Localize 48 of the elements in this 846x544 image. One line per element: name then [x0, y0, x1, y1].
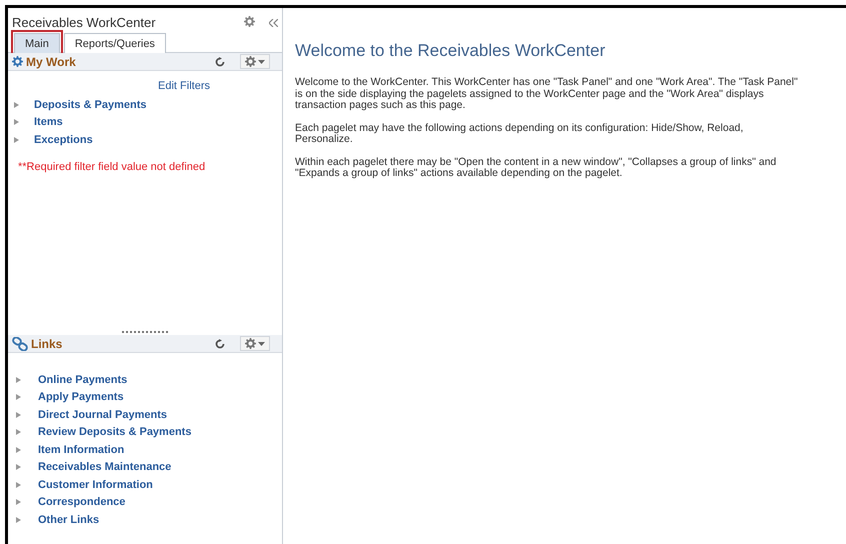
refresh-icon[interactable]: [215, 56, 225, 66]
link[interactable]: Exceptions: [34, 134, 93, 146]
collapse-icon[interactable]: [269, 18, 278, 26]
expand-arrow-icon[interactable]: [16, 482, 21, 488]
paragraph: Within each pagelet there may be "Open the content in a new window", "Collapses a group of links" and "Expands a group of links" actions available depending on the pagelet.: [295, 156, 778, 180]
link[interactable]: Online Payments: [38, 374, 128, 386]
expand-arrow-icon[interactable]: [16, 499, 21, 506]
edit-filters-link[interactable]: Edit Filters: [158, 80, 210, 92]
settings-icon[interactable]: [244, 15, 255, 30]
link[interactable]: Deposits & Payments: [34, 98, 146, 111]
link-icon: [12, 336, 28, 350]
tab[interactable]: Reports/Queries: [64, 33, 166, 53]
link[interactable]: Receivables Maintenance: [38, 461, 172, 474]
expand-arrow-icon[interactable]: [16, 446, 21, 453]
resize-handle[interactable]: [122, 331, 168, 333]
gear-icon: [245, 56, 256, 67]
gear-icon: [12, 56, 23, 67]
link[interactable]: Customer Information: [38, 478, 153, 491]
expand-arrow-icon[interactable]: [14, 119, 19, 126]
caret-icon: [258, 342, 265, 346]
panel-title: Receivables WorkCenter: [12, 15, 157, 30]
link[interactable]: Correspondence: [38, 496, 126, 508]
link[interactable]: Items: [34, 116, 63, 128]
expand-arrow-icon[interactable]: [14, 102, 19, 108]
link[interactable]: Review Deposits & Payments: [38, 426, 192, 438]
paragraph: Welcome to the WorkCenter. This WorkCenter has one "Task Panel" and one "Work Area". The "Task Panel" is on the side displaying the pagelets assigned to the WorkCenter page and the "Work Area" displays transaction pages such as this page.: [295, 77, 799, 112]
refresh-icon[interactable]: [215, 338, 225, 348]
options-menu-button[interactable]: [240, 336, 270, 351]
link[interactable]: Other Links: [38, 514, 100, 526]
error-message: **Required filter field value not defined: [17, 160, 206, 172]
expand-arrow-icon[interactable]: [16, 464, 21, 470]
page-heading: Welcome to the Receivables WorkCenter: [295, 41, 606, 61]
expand-arrow-icon[interactable]: [16, 429, 21, 436]
pagelet-title[interactable]: Links: [31, 336, 62, 350]
paragraph: Each pagelet may have the following actions depending on its configuration: Hide/Show, Reload, Personalize.: [295, 122, 744, 146]
caret-icon: [258, 60, 265, 64]
link[interactable]: Item Information: [38, 444, 124, 456]
expand-arrow-icon[interactable]: [16, 412, 21, 418]
link[interactable]: Direct Journal Payments: [38, 408, 167, 421]
expand-arrow-icon[interactable]: [16, 516, 21, 523]
gear-icon: [245, 338, 256, 349]
tab[interactable]: Main: [14, 33, 60, 53]
expand-arrow-icon[interactable]: [14, 136, 19, 143]
link[interactable]: Apply Payments: [38, 391, 124, 404]
expand-arrow-icon[interactable]: [16, 394, 21, 400]
options-menu-button[interactable]: [240, 54, 270, 69]
expand-arrow-icon[interactable]: [16, 376, 21, 383]
pagelet-title[interactable]: My Work: [26, 54, 76, 68]
